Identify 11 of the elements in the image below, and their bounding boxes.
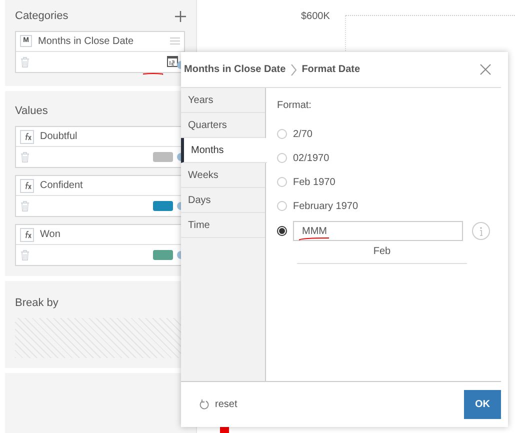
axis-label: $600K	[301, 10, 331, 24]
section-title: Categories	[15, 9, 68, 24]
field-label: Won	[40, 228, 62, 242]
format-label: Format:	[277, 99, 312, 113]
field-label: Doubtful	[40, 130, 78, 144]
breadcrumb-item: Format Date	[302, 63, 362, 77]
section-title: Values	[15, 104, 49, 118]
field-label: Confident	[40, 179, 84, 193]
section-title: Break by	[15, 296, 60, 311]
field-label: Months in Close Date	[38, 34, 135, 48]
format-preview: Feb	[297, 244, 467, 264]
